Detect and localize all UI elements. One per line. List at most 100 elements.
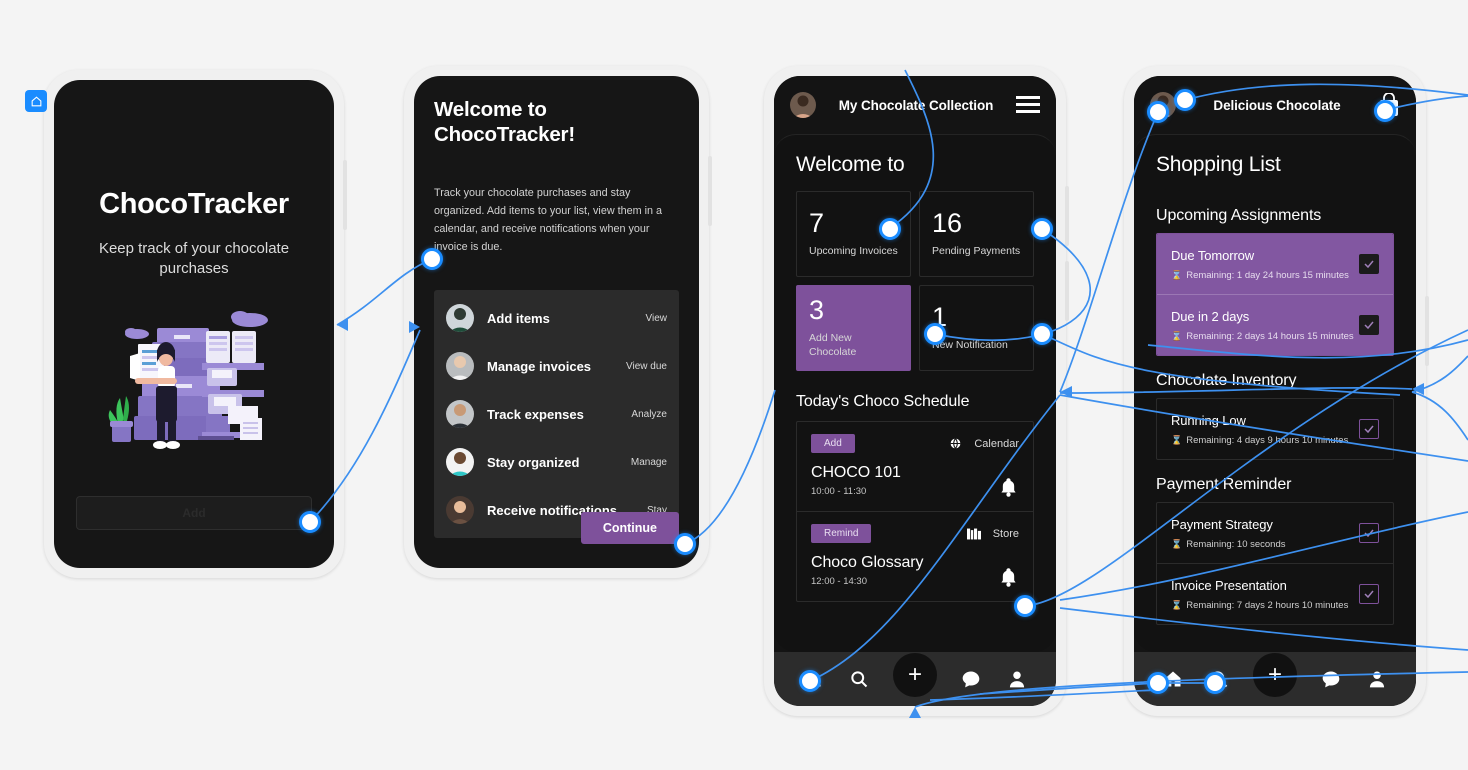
task-remaining-text: Remaining: 1 day 24 hours 15 minutes	[1186, 270, 1349, 281]
list-item[interactable]: Stay organized Manage	[446, 438, 667, 486]
list-item-action[interactable]: View	[646, 313, 668, 324]
event-chip[interactable]: Add	[811, 434, 855, 453]
task-row[interactable]: Due Tomorrow ⌛ Remaining: 1 day 24 hours…	[1157, 234, 1393, 294]
task-remaining: ⌛ Remaining: 10 seconds	[1171, 539, 1359, 550]
add-icon[interactable]: +	[1253, 653, 1297, 697]
task-name: Due Tomorrow	[1171, 248, 1255, 263]
connector-node[interactable]	[1374, 100, 1396, 122]
app-subtitle: Keep track of your chocolate purchases	[98, 240, 290, 278]
connector-node[interactable]	[799, 670, 821, 692]
user-avatar[interactable]	[790, 92, 816, 118]
avatar	[446, 352, 474, 381]
task-checkbox[interactable]	[1359, 523, 1379, 543]
screen-splash: ChocoTracker Keep track of your chocolat…	[54, 80, 334, 568]
continue-button[interactable]: Continue	[580, 512, 679, 544]
list-item-action[interactable]: View due	[626, 361, 667, 372]
screen-welcome: Welcome to ChocoTracker! Track your choc…	[414, 76, 699, 568]
app-title: ChocoTracker	[99, 188, 289, 220]
task-group: Payment Strategy ⌛ Remaining: 10 seconds	[1156, 502, 1394, 625]
task-name: Running Low	[1171, 413, 1246, 428]
connector-node[interactable]	[1174, 89, 1196, 111]
phone-mockup-splash: ChocoTracker Keep track of your chocolat…	[25, 70, 347, 578]
task-checkbox[interactable]	[1359, 584, 1379, 604]
connector-node[interactable]	[1031, 323, 1053, 345]
add-button[interactable]: Add	[76, 496, 312, 530]
phone-mockup-welcome: Welcome to ChocoTracker! Track your choc…	[404, 66, 712, 578]
event-meta-label: Calendar	[974, 437, 1019, 450]
schedule-event[interactable]: Add Calendar CHOCO 101 10:00 - 11:30	[797, 422, 1033, 511]
connector-node[interactable]	[1147, 101, 1169, 123]
profile-icon[interactable]	[1005, 667, 1029, 691]
connector-node[interactable]	[299, 511, 321, 533]
page-title: Welcome to ChocoTracker!	[434, 98, 575, 146]
page-title: My Chocolate Collection	[838, 97, 994, 113]
phone-side-button	[343, 160, 347, 230]
section-heading: Welcome to	[796, 153, 905, 176]
documents-stack-illustration	[102, 306, 287, 456]
app-bar: My Chocolate Collection	[774, 76, 1056, 134]
task-checkbox[interactable]	[1359, 315, 1379, 335]
connector-node[interactable]	[674, 533, 696, 555]
stat-card-pending-payments[interactable]: 16 Pending Payments	[919, 191, 1034, 277]
bell-icon[interactable]	[1000, 568, 1017, 587]
task-remaining: ⌛ Remaining: 1 day 24 hours 15 minutes	[1171, 270, 1359, 281]
content-sheet: Shopping List Upcoming Assignments Due T…	[1134, 134, 1416, 652]
hourglass-icon: ⌛	[1171, 270, 1183, 280]
task-remaining: ⌛ Remaining: 4 days 9 hours 10 minutes	[1171, 435, 1359, 446]
task-checkbox[interactable]	[1359, 419, 1379, 439]
avatar	[446, 400, 474, 429]
schedule-event[interactable]: Remind Store Choco Glossary 12:00 - 14:3…	[797, 511, 1033, 601]
chat-icon[interactable]	[1319, 667, 1343, 691]
stat-value: 3	[809, 295, 825, 326]
add-icon[interactable]: +	[893, 653, 937, 697]
canvas: ChocoTracker Keep track of your chocolat…	[0, 0, 1468, 770]
avatar	[446, 496, 474, 525]
task-remaining-text: Remaining: 10 seconds	[1186, 539, 1286, 550]
avatar	[446, 304, 474, 333]
bell-icon[interactable]	[1000, 478, 1017, 497]
list-item[interactable]: Track expenses Analyze	[446, 390, 667, 438]
connector-node[interactable]	[924, 323, 946, 345]
list-item-label: Manage invoices	[487, 358, 592, 374]
event-title: Choco Glossary	[811, 554, 924, 571]
list-item-action[interactable]: Analyze	[631, 409, 667, 420]
hourglass-icon: ⌛	[1171, 331, 1183, 341]
task-remaining-text: Remaining: 7 days 2 hours 10 minutes	[1186, 600, 1349, 611]
task-remaining: ⌛ Remaining: 7 days 2 hours 10 minutes	[1171, 600, 1359, 611]
task-row[interactable]: Running Low ⌛ Remaining: 4 days 9 hours …	[1157, 399, 1393, 459]
search-icon[interactable]	[847, 667, 871, 691]
task-checkbox[interactable]	[1359, 254, 1379, 274]
phone-side-button	[1065, 261, 1069, 321]
section-title-chocolate-inventory: Chocolate Inventory	[1156, 372, 1297, 389]
stat-card-add-new-chocolate[interactable]: 3 Add New Chocolate	[796, 285, 911, 371]
task-row[interactable]: Payment Strategy ⌛ Remaining: 10 seconds	[1157, 503, 1393, 563]
hourglass-icon: ⌛	[1171, 539, 1183, 549]
task-remaining-text: Remaining: 4 days 9 hours 10 minutes	[1186, 435, 1349, 446]
task-group: Due Tomorrow ⌛ Remaining: 1 day 24 hours…	[1156, 233, 1394, 356]
list-item[interactable]: Add items View	[446, 294, 667, 342]
stats-grid: 7 Upcoming Invoices 16 Pending Payments …	[774, 191, 1056, 371]
list-item-label: Track expenses	[487, 406, 584, 422]
screen-collection: My Chocolate Collection Welcome to 7 Upc…	[774, 76, 1056, 706]
avatar	[446, 448, 474, 477]
connector-node[interactable]	[421, 248, 443, 270]
event-title: CHOCO 101	[811, 464, 901, 481]
screen-shopping-list: Delicious Chocolate Shopping List Upcomi…	[1134, 76, 1416, 706]
connector-node[interactable]	[1031, 218, 1053, 240]
connector-node[interactable]	[1147, 672, 1169, 694]
hamburger-menu-icon[interactable]	[1016, 96, 1040, 114]
list-item-action[interactable]: Manage	[631, 457, 667, 468]
event-chip[interactable]: Remind	[811, 524, 872, 543]
list-item[interactable]: Manage invoices View due	[446, 342, 667, 390]
connector-node[interactable]	[879, 218, 901, 240]
home-icon[interactable]	[25, 90, 47, 112]
task-row[interactable]: Due in 2 days ⌛ Remaining: 2 days 14 hou…	[1157, 294, 1393, 355]
phone-side-button	[1425, 296, 1429, 366]
connector-node[interactable]	[1014, 595, 1036, 617]
profile-icon[interactable]	[1365, 667, 1389, 691]
task-name: Due in 2 days	[1171, 309, 1250, 324]
connector-node[interactable]	[1204, 672, 1226, 694]
task-row[interactable]: Invoice Presentation ⌛ Remaining: 7 days…	[1157, 563, 1393, 624]
chat-icon[interactable]	[959, 667, 983, 691]
task-remaining: ⌛ Remaining: 2 days 14 hours 15 minutes	[1171, 331, 1359, 342]
